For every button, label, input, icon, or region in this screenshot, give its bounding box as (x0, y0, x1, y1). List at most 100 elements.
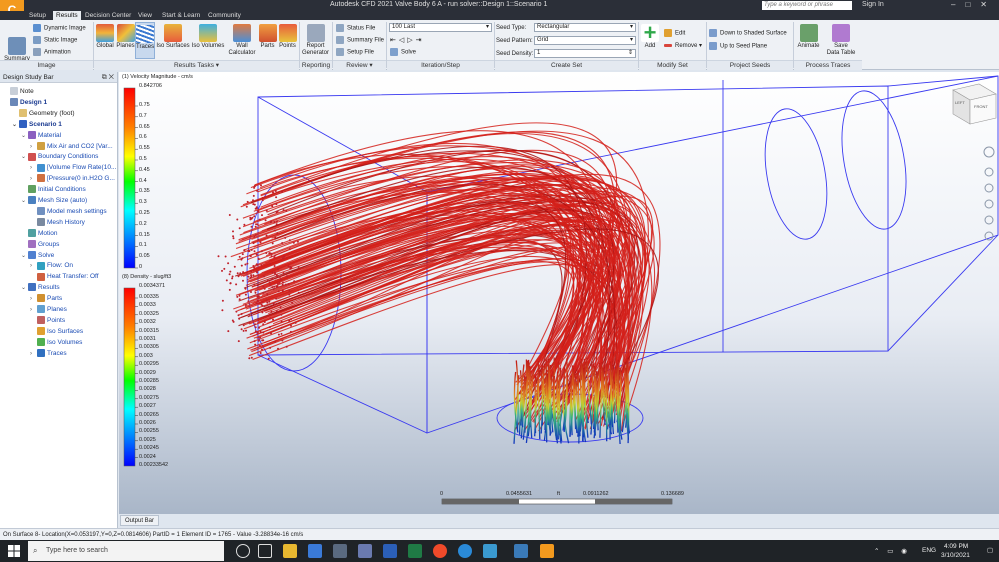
ribbon: Summary Image Dynamic Image Static Image… (0, 20, 999, 70)
tree-item[interactable]: ⌄ Results (21, 282, 60, 293)
tree-item[interactable]: Iso Volumes (30, 337, 82, 348)
traces-button[interactable]: Traces (135, 22, 155, 59)
output-bar-tab[interactable]: Output Bar (120, 515, 160, 526)
edit-button[interactable]: Edit (664, 29, 685, 37)
tree-item[interactable]: Heat Transfer: Off (30, 271, 99, 282)
sign-in-link[interactable]: Sign In (862, 1, 884, 8)
remove-button[interactable]: Remove ▾ (664, 42, 702, 49)
seed-point (262, 291, 265, 294)
tree-toggle-icon[interactable]: ⌄ (21, 251, 28, 262)
help-search-input[interactable]: Type a keyword or phrase (762, 1, 852, 10)
tree-item[interactable]: › [Pressure(0 in.H2O G... (30, 173, 115, 184)
tree-item[interactable]: Mesh History (30, 217, 85, 228)
planes-button[interactable]: Planes (116, 22, 135, 50)
autodesk-cfd-icon[interactable] (540, 544, 554, 558)
iso-volumes-button[interactable]: Iso Volumes (190, 22, 226, 50)
setup-file-button[interactable]: Setup File (336, 48, 374, 56)
group-review[interactable]: Review ▾ (333, 60, 386, 70)
tree-item[interactable]: Points (30, 315, 65, 326)
tab-view[interactable]: View (135, 11, 155, 20)
tree-item[interactable]: Design 1 (3, 97, 47, 108)
static-image-button[interactable]: Static Image (33, 36, 77, 44)
tree-item[interactable]: › [Volume Flow Rate(10... (30, 162, 116, 173)
iso-surfaces-button[interactable]: Iso Surfaces (156, 22, 190, 50)
tab-start-learn[interactable]: Start & Learn (159, 11, 203, 20)
animation-button[interactable]: Animation (33, 48, 71, 56)
tree-toggle-icon[interactable]: ⌄ (21, 196, 28, 207)
tree-item[interactable]: › Traces (30, 348, 67, 359)
tree-item[interactable]: ⌄ Scenario 1 (12, 119, 62, 130)
tree-item[interactable]: ⌄ Mesh Size (auto) (21, 195, 87, 206)
taskbar-search-input[interactable]: ⌕ Type here to search (28, 541, 224, 561)
window-controls[interactable]: –□✕ (951, 0, 997, 9)
tree-toggle-icon[interactable]: ⌄ (21, 152, 28, 163)
tree-item[interactable]: ⌄ Material (21, 130, 61, 141)
chrome-icon[interactable] (433, 544, 447, 558)
settings-icon[interactable] (333, 544, 347, 558)
tab-results[interactable]: Results (53, 11, 81, 20)
report-generator-button[interactable]: Report Generator (300, 22, 331, 56)
traces-scene[interactable] (119, 72, 999, 514)
navigation-bar[interactable] (983, 146, 995, 241)
notifications-icon[interactable]: ▢ (987, 546, 993, 554)
panel-controls[interactable]: ⧉ ✕ (102, 72, 114, 83)
wall-calculator-button[interactable]: Wall Calculator (227, 22, 257, 56)
tree-item[interactable]: Iso Surfaces (30, 326, 83, 337)
tree-item[interactable]: › Planes (30, 304, 67, 315)
tab-decision-center[interactable]: Decision Center (82, 11, 134, 20)
points-button[interactable]: Points (277, 22, 298, 50)
solve-button[interactable]: Solve (390, 48, 416, 56)
excel-icon[interactable] (408, 544, 422, 558)
group-results-tasks[interactable]: Results Tasks ▾ (94, 60, 299, 70)
tab-community[interactable]: Community (205, 11, 244, 20)
cortana-icon[interactable] (236, 544, 250, 558)
tab-setup[interactable]: Setup (26, 11, 49, 20)
tree-item[interactable]: Initial Conditions (21, 184, 86, 195)
task-view-icon[interactable] (258, 544, 272, 558)
parts-button[interactable]: Parts (258, 22, 277, 50)
tree-toggle-icon[interactable]: ⌄ (21, 131, 28, 142)
word-icon[interactable] (383, 544, 397, 558)
global-button[interactable]: Global (95, 22, 115, 50)
down-to-shaded-surface-button[interactable]: Down to Shaded Surface (709, 29, 787, 37)
app-icon[interactable] (483, 544, 497, 558)
file-explorer-icon[interactable] (283, 544, 297, 558)
summary-file-button[interactable]: Summary File (336, 36, 384, 44)
language-indicator[interactable]: ENG (922, 547, 936, 554)
tree-item[interactable]: › Flow: On (30, 260, 73, 271)
mail-icon[interactable] (308, 544, 322, 558)
seed-pattern-select[interactable]: Grid ▾ (534, 36, 636, 45)
add-button[interactable]: + Add (640, 22, 660, 50)
edge-icon[interactable] (458, 544, 472, 558)
seed-density-input[interactable]: 1 ⇕ (534, 49, 636, 58)
tree-item[interactable]: › Mix Air and CO2 [Var... (30, 141, 113, 152)
tree-item[interactable]: ⌄ Boundary Conditions (21, 151, 98, 162)
app-icon[interactable] (514, 544, 528, 558)
tree-item[interactable]: Note (3, 86, 34, 97)
tree-item[interactable]: › Parts (30, 293, 62, 304)
animate-button[interactable]: Animate (795, 22, 822, 50)
tree-toggle-icon[interactable]: › (30, 349, 37, 360)
windows-start-icon[interactable] (8, 545, 20, 557)
tree-item[interactable]: Geometry (foot) (12, 108, 75, 119)
clock-date[interactable]: 3/10/2021 (941, 552, 970, 559)
seed-type-select[interactable]: Rectangular ▾ (534, 23, 636, 32)
app-icon[interactable] (358, 544, 372, 558)
clock-time[interactable]: 4:09 PM (944, 543, 968, 550)
dynamic-image-button[interactable]: Dynamic Image (33, 24, 86, 32)
seed-point (263, 321, 266, 323)
up-to-seed-plane-button[interactable]: Up to Seed Plane (709, 42, 767, 50)
tree-item[interactable]: Model mesh settings (30, 206, 107, 217)
system-tray-icons[interactable]: ⌃ ▭ ◉ (874, 547, 910, 555)
tree-item[interactable]: Motion (21, 228, 58, 239)
graphics-viewport[interactable]: (1) Velocity Magnitude - cm/s 0.842706 0… (119, 72, 999, 514)
tree-item[interactable]: Groups (21, 239, 59, 250)
tree-toggle-icon[interactable]: ⌄ (21, 283, 28, 294)
step-navigation[interactable]: ⇤◁▷⇥ (390, 36, 425, 44)
iteration-select[interactable]: 100 Last ▾ (389, 23, 492, 32)
tree-item[interactable]: ⌄ Solve (21, 250, 54, 261)
tree-toggle-icon[interactable]: ⌄ (12, 120, 19, 131)
seed-point (276, 310, 278, 313)
status-file-button[interactable]: Status File (336, 24, 375, 32)
save-data-table-button[interactable]: Save Data Table (824, 22, 858, 56)
